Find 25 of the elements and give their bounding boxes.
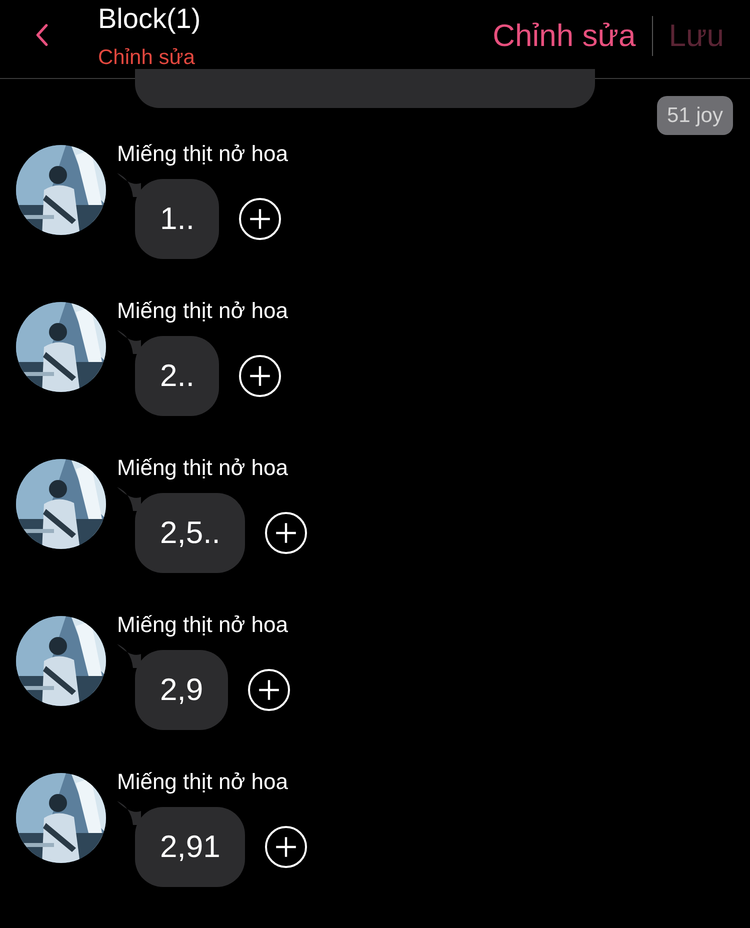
bubble-tail — [117, 487, 141, 511]
plus-icon — [275, 836, 298, 858]
bubble-tail — [117, 644, 141, 668]
add-reaction-button[interactable] — [248, 669, 290, 711]
sender-name: Miếng thịt nở hoa — [117, 454, 289, 482]
reaction-badge[interactable]: 51 joy — [656, 96, 733, 135]
sender-name: Miếng thịt nở hoa — [117, 768, 289, 796]
sender-name: Miếng thịt nở hoa — [117, 297, 288, 325]
chat-subtitle: Chỉnh sửa — [98, 45, 196, 71]
plus-icon — [275, 522, 298, 544]
plus-icon — [249, 208, 272, 230]
add-reaction-button[interactable] — [265, 512, 308, 554]
chat-title: Block(1) — [98, 2, 201, 36]
plus-icon — [258, 679, 280, 701]
add-reaction-button[interactable] — [239, 198, 282, 240]
back-icon — [35, 22, 49, 48]
bubble-tail — [117, 801, 141, 825]
plus-icon — [249, 365, 272, 387]
add-reaction-button[interactable] — [265, 826, 308, 868]
bubble-tail — [117, 173, 141, 197]
sender-name: Miếng thịt nở hoa — [117, 140, 288, 168]
edit-button[interactable]: Chỉnh sửa — [492, 16, 636, 56]
sender-name: Miếng thịt nở hoa — [117, 611, 289, 639]
add-reaction-button[interactable] — [239, 355, 282, 397]
bubble-tail — [117, 330, 141, 354]
